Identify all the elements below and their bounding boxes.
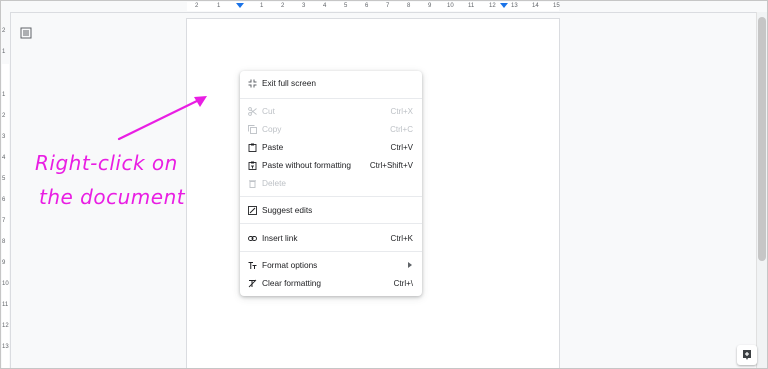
ruler-number: 2 <box>195 3 199 9</box>
vertical-ruler[interactable]: 2 1 1 2 3 4 5 6 7 8 9 10 11 12 13 <box>1 12 11 368</box>
link-icon <box>248 235 257 241</box>
add-comment-button[interactable] <box>737 345 757 365</box>
ruler-number: 6 <box>365 3 369 9</box>
left-indent-marker[interactable] <box>236 3 244 8</box>
submenu-arrow-icon <box>408 262 412 268</box>
menu-item-paste[interactable]: Paste Ctrl+V <box>240 138 422 156</box>
paste-plain-icon <box>248 161 257 170</box>
menu-item-label: Insert link <box>262 233 298 243</box>
ruler-number: 7 <box>2 218 6 224</box>
ruler-number: 10 <box>447 3 454 9</box>
ruler-number: 2 <box>2 28 6 34</box>
menu-item-shortcut: Ctrl+\ <box>393 278 413 288</box>
ruler-number: 9 <box>428 3 432 9</box>
annotation-line-1: Right-click on <box>35 151 178 175</box>
menu-item-cut[interactable]: Cut Ctrl+X <box>240 102 422 120</box>
menu-item-paste-without-formatting[interactable]: Paste without formatting Ctrl+Shift+V <box>240 156 422 174</box>
ruler-number: 12 <box>2 323 9 329</box>
ruler-number: 15 <box>553 3 560 9</box>
ruler-number: 13 <box>2 344 9 350</box>
ruler-number: 1 <box>2 92 6 98</box>
menu-divider <box>240 251 422 252</box>
ruler-number: 12 <box>489 3 496 9</box>
menu-item-insert-link[interactable]: Insert link Ctrl+K <box>240 229 422 247</box>
menu-item-label: Format options <box>262 260 318 270</box>
ruler-number: 4 <box>323 3 327 9</box>
trash-icon <box>249 179 256 188</box>
menu-item-shortcut: Ctrl+K <box>390 233 413 243</box>
ruler-number: 9 <box>2 260 6 266</box>
exit-fullscreen-icon <box>248 79 257 87</box>
annotation-line-2: the document <box>39 185 186 209</box>
ruler-number: 8 <box>2 239 6 245</box>
menu-item-copy[interactable]: Copy Ctrl+C <box>240 120 422 138</box>
menu-item-label: Delete <box>262 178 286 188</box>
menu-item-shortcut: Ctrl+V <box>390 142 413 152</box>
menu-item-label: Exit full screen <box>262 78 316 88</box>
ruler-number: 11 <box>2 302 9 308</box>
comment-add-icon <box>743 350 751 360</box>
ruler-number: 8 <box>407 3 411 9</box>
text-format-icon <box>248 261 257 269</box>
ruler-number: 3 <box>302 3 306 9</box>
ruler-number: 4 <box>2 155 6 161</box>
menu-divider <box>240 223 422 224</box>
ruler-number: 10 <box>2 281 9 287</box>
context-menu: Exit full screen Cut Ctrl+X Copy Ctrl+C <box>240 71 422 296</box>
document-outline-icon[interactable] <box>20 27 32 39</box>
menu-divider <box>240 98 422 99</box>
scrollbar-thumb[interactable] <box>758 17 766 261</box>
ruler-number: 5 <box>2 176 6 182</box>
ruler-number: 1 <box>260 3 264 9</box>
menu-item-delete[interactable]: Delete <box>240 174 422 192</box>
menu-item-format-options[interactable]: Format options <box>240 256 422 274</box>
menu-item-label: Suggest edits <box>262 205 313 215</box>
right-indent-marker[interactable] <box>500 3 508 8</box>
menu-divider <box>240 196 422 197</box>
ruler-number: 11 <box>468 3 475 9</box>
annotation-arrow <box>117 96 207 141</box>
menu-item-label: Cut <box>262 106 275 116</box>
menu-item-shortcut: Ctrl+X <box>390 106 413 116</box>
ruler-number: 14 <box>532 3 539 9</box>
clipboard-icon <box>248 143 257 152</box>
ruler-number: 3 <box>2 134 6 140</box>
ruler-number: 13 <box>511 3 518 9</box>
menu-item-shortcut: Ctrl+Shift+V <box>369 160 413 170</box>
suggest-edit-icon <box>248 205 257 215</box>
menu-item-exit-full-screen[interactable]: Exit full screen <box>240 74 422 92</box>
ruler-number: 1 <box>217 3 221 9</box>
ruler-number: 2 <box>281 3 285 9</box>
menu-item-shortcut: Ctrl+C <box>390 124 413 134</box>
menu-item-label: Paste without formatting <box>262 160 352 170</box>
menu-item-label: Paste <box>262 142 284 152</box>
ruler-number: 2 <box>2 113 6 119</box>
menu-item-label: Copy <box>262 124 282 134</box>
menu-item-label: Clear formatting <box>262 278 322 288</box>
ruler-number: 6 <box>2 197 6 203</box>
scissors-icon <box>248 106 257 116</box>
ruler-number: 7 <box>386 3 390 9</box>
copy-icon <box>248 124 257 134</box>
menu-item-suggest-edits[interactable]: Suggest edits <box>240 201 422 219</box>
clear-format-icon <box>248 279 257 287</box>
ruler-number: 1 <box>2 49 6 55</box>
app-window: 2 1 1 2 3 4 5 6 7 8 9 10 11 12 13 14 15 … <box>0 0 768 369</box>
menu-item-clear-formatting[interactable]: Clear formatting Ctrl+\ <box>240 274 422 292</box>
horizontal-ruler[interactable]: 2 1 1 2 3 4 5 6 7 8 9 10 11 12 13 14 15 <box>1 1 767 13</box>
ruler-number: 5 <box>344 3 348 9</box>
